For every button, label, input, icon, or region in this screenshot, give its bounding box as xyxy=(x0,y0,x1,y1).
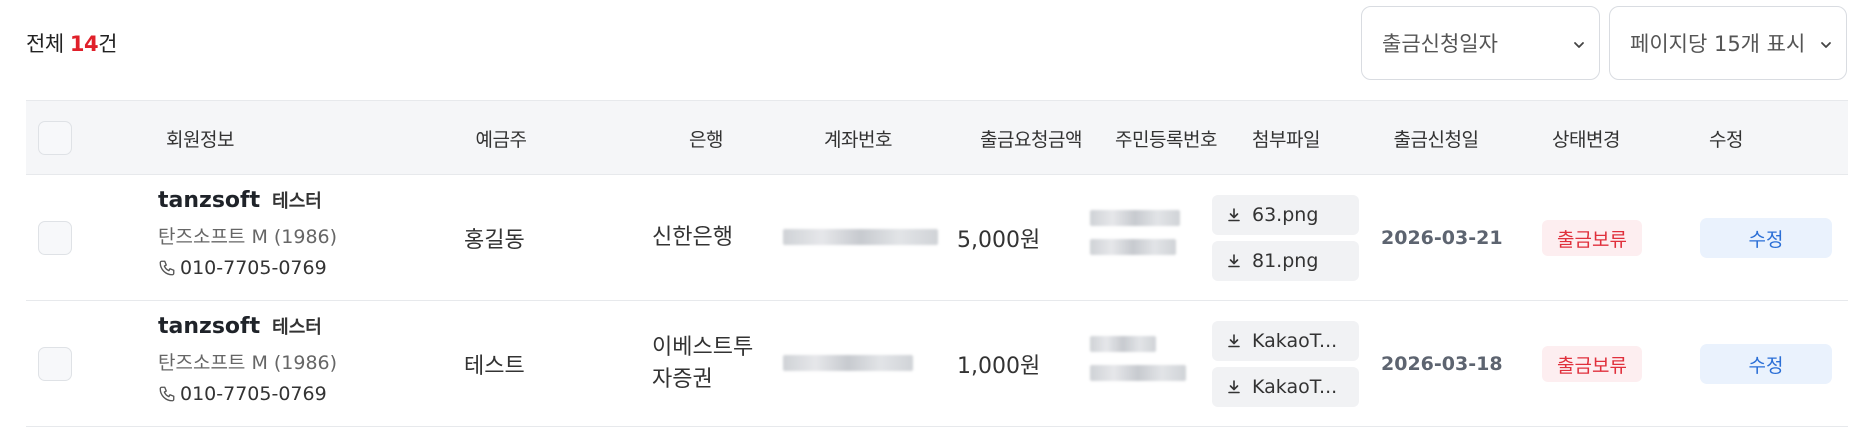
attachment-filename: 81.png xyxy=(1252,250,1319,272)
amount-cell: 1,000원 xyxy=(957,354,1041,379)
phone-icon xyxy=(159,260,175,276)
select-all-checkbox[interactable] xyxy=(38,121,72,155)
depositor-cell: 테스트 xyxy=(464,354,525,379)
rrn-masked xyxy=(1090,336,1156,352)
account-number-masked xyxy=(783,229,938,245)
row-checkbox[interactable] xyxy=(38,347,72,381)
member-phone-number: 010-7705-0769 xyxy=(180,257,327,279)
edit-button[interactable]: 수정 xyxy=(1700,218,1832,258)
download-icon xyxy=(1228,334,1240,348)
download-icon xyxy=(1228,254,1240,268)
column-header-member: 회원정보 xyxy=(166,129,234,151)
column-header-attachments: 첨부파일 xyxy=(1252,129,1320,151)
row-checkbox[interactable] xyxy=(38,221,72,255)
date-sort-select[interactable]: 출금신청일자 xyxy=(1361,6,1600,80)
bank-cell: 이베스트투 자증권 xyxy=(652,301,753,427)
column-header-edit: 수정 xyxy=(1709,129,1743,151)
member-tag: 테스터 xyxy=(272,191,322,212)
edit-button[interactable]: 수정 xyxy=(1700,344,1832,384)
column-header-account: 계좌번호 xyxy=(824,129,892,151)
attachment-file[interactable]: 81.png xyxy=(1212,241,1359,281)
amount-cell: 5,000원 xyxy=(957,228,1041,253)
attachment-filename: KakaoT... xyxy=(1252,376,1338,398)
member-id[interactable]: tanzsoft xyxy=(158,188,260,213)
account-number-masked xyxy=(783,355,913,371)
rrn-masked xyxy=(1090,239,1176,255)
phone-icon xyxy=(159,386,175,402)
table-header: 회원정보 예금주 은행 계좌번호 출금요청금액 주민등록번호 첨부파일 출금신청… xyxy=(26,100,1848,175)
total-prefix: 전체 xyxy=(26,32,70,56)
chevron-down-icon xyxy=(1574,42,1584,48)
page-size-select[interactable]: 페이지당 15개 표시 xyxy=(1609,6,1847,80)
date-sort-select-value: 출금신청일자 xyxy=(1382,32,1498,56)
status-badge[interactable]: 출금보류 xyxy=(1542,346,1642,382)
bank-name: 신한은행 xyxy=(652,225,733,250)
request-date: 2026-03-21 xyxy=(1381,227,1503,249)
attachment-file[interactable]: KakaoT... xyxy=(1212,321,1359,361)
download-icon xyxy=(1228,380,1240,394)
rrn-masked xyxy=(1090,365,1186,381)
member-phone: 010-7705-0769 xyxy=(158,257,388,279)
download-icon xyxy=(1228,208,1240,222)
total-count: 전체 14건 xyxy=(26,28,117,58)
member-phone-number: 010-7705-0769 xyxy=(180,383,327,405)
column-header-bank: 은행 xyxy=(689,129,723,151)
member-phone: 010-7705-0769 xyxy=(158,383,388,405)
member-name-detail: 탄즈소프트 M (1986) xyxy=(158,352,338,374)
bank-cell: 신한은행 xyxy=(652,175,733,301)
member-id[interactable]: tanzsoft xyxy=(158,314,260,339)
total-suffix: 건 xyxy=(98,32,117,56)
attachment-filename: 63.png xyxy=(1252,204,1319,226)
column-header-rrn: 주민등록번호 xyxy=(1115,129,1217,151)
bank-name-line2: 자증권 xyxy=(652,367,713,392)
status-badge[interactable]: 출금보류 xyxy=(1542,220,1642,256)
rrn-masked xyxy=(1090,210,1180,226)
member-info: tanzsoft 테스터 탄즈소프트 M (1986) 010-7705-0769 xyxy=(158,187,388,279)
attachment-file[interactable]: 63.png xyxy=(1212,195,1359,235)
bank-name-line1: 이베스트투 xyxy=(652,335,754,360)
page-size-select-value: 페이지당 15개 표시 xyxy=(1630,32,1806,56)
member-name-detail: 탄즈소프트 M (1986) xyxy=(158,226,338,248)
column-header-amount: 출금요청금액 xyxy=(980,129,1082,151)
attachment-file[interactable]: KakaoT... xyxy=(1212,367,1359,407)
member-tag: 테스터 xyxy=(272,317,322,338)
request-date: 2026-03-18 xyxy=(1381,353,1503,375)
table-row: tanzsoft 테스터 탄즈소프트 M (1986) 010-7705-0769… xyxy=(26,301,1848,427)
member-info: tanzsoft 테스터 탄즈소프트 M (1986) 010-7705-0769 xyxy=(158,313,388,405)
column-header-status: 상태변경 xyxy=(1552,129,1620,151)
table-row: tanzsoft 테스터 탄즈소프트 M (1986) 010-7705-0769… xyxy=(26,175,1848,301)
total-number: 14 xyxy=(69,32,99,56)
depositor-cell: 홍길동 xyxy=(464,228,525,253)
attachment-filename: KakaoT... xyxy=(1252,330,1338,352)
column-header-depositor: 예금주 xyxy=(475,129,527,151)
column-header-request-date: 출금신청일 xyxy=(1393,129,1479,151)
chevron-down-icon xyxy=(1820,39,1832,51)
